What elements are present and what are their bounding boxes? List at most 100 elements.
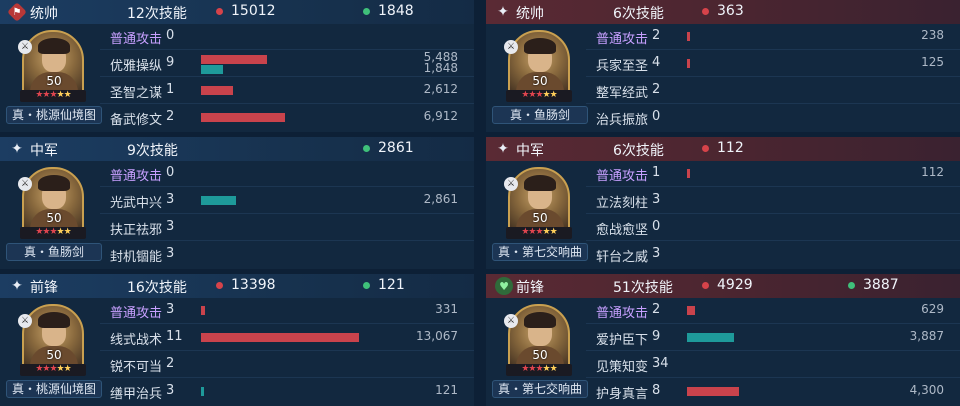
skill-name: 扶正祛邪 [110, 223, 163, 238]
skill-cast-count: 3 [652, 246, 661, 261]
skill-name: 普通攻击 [110, 306, 163, 321]
skill-row: 圣智之谋 1 2,612 [100, 78, 474, 102]
damage-bar [687, 32, 690, 41]
vanguard-body: ⚔ 50 ★★★★★ 真・桃源仙境图 普通攻击 3 331 线式战术 11 13,067 锐不可当 2… [0, 298, 474, 406]
skill-name: 光武中兴 [110, 196, 163, 211]
skill-value: 629 [921, 302, 944, 316]
star-rating-icon: ★★★★★ [20, 227, 86, 239]
star-rating-icon: ★★★★★ [20, 90, 86, 102]
skill-cast-count: 11 [166, 329, 183, 344]
equipment-label: 真・桃源仙境图 [6, 380, 102, 398]
heal-value: 121 [378, 277, 405, 293]
skill-cast-count: 2 [652, 302, 661, 317]
skill-count-label: 6次技能 [613, 143, 664, 159]
damage-value: 13398 [231, 277, 276, 293]
damage-value: 363 [717, 3, 744, 19]
skill-cast-count: 0 [166, 165, 175, 180]
skill-value: 2,612 [423, 82, 458, 96]
row-divider [100, 49, 474, 50]
damage-dot-icon [216, 281, 223, 289]
sparkle-icon: ✦ [11, 141, 23, 157]
skill-name: 普通攻击 [596, 32, 649, 47]
damage-value: 112 [717, 140, 744, 156]
skill-value: 238 [921, 28, 944, 42]
skill-name: 缮甲治兵 [110, 387, 163, 402]
skill-row: 愈战愈坚 0 [586, 215, 960, 239]
heal-bar [201, 196, 236, 205]
equipment-label: 真・桃源仙境图 [6, 106, 102, 124]
damage-bar [201, 86, 233, 95]
damage-dot-icon [702, 144, 709, 152]
troop-type-icon: ⚔ [18, 40, 32, 54]
damage-bar [687, 387, 739, 396]
left-team-panel: ⚑ 统帅 12次技能 15012 1848 ⚔ 50 ★★★★★ 真・桃源仙境图 普通攻击 0 优雅操… [0, 0, 474, 406]
skill-cast-count: 9 [166, 55, 175, 70]
damage-total: 15012 [216, 3, 276, 19]
skill-name: 愈战愈坚 [596, 223, 649, 238]
middle-general-block: ✦ 中军 6次技能 112 ⚔ 50 ★★★★★ 真・第七交响曲 普通攻击 1 112 立法刻柱 3 愈战… [486, 137, 960, 269]
heal-total: 1848 [363, 3, 414, 19]
skill-cast-count: 1 [652, 165, 661, 180]
sparkle-icon: ✦ [11, 278, 23, 294]
skill-cast-count: 3 [166, 302, 175, 317]
troop-type-icon: ⚔ [504, 40, 518, 54]
skill-row: 轩台之威 3 [586, 242, 960, 266]
damage-total: 363 [702, 3, 744, 19]
commander-body: ⚔ 50 ★★★★★ 真・桃源仙境图 普通攻击 0 优雅操纵 9 5,488 1,848 圣智之谋 1… [0, 24, 474, 132]
general-portrait[interactable]: ⚔ 50 ★★★★★ [504, 304, 574, 384]
skill-cast-count: 2 [652, 28, 661, 43]
troop-type-icon: ⚔ [18, 314, 32, 328]
heal-dot-icon [848, 281, 855, 289]
middle-body: ⚔ 50 ★★★★★ 真・鱼肠剑 普通攻击 0 光武中兴 3 2,861 扶正祛邪 3 封机锢能 3 [0, 161, 474, 269]
right-team-panel: ✦ 统帅 6次技能 363 ⚔ 50 ★★★★★ 真・鱼肠剑 普通攻击 2 238 兵家至圣 4 125 整… [486, 0, 960, 406]
skill-value: 6,912 [423, 109, 458, 123]
sparkle-icon: ✦ [497, 141, 509, 157]
skill-list: 普通攻击 2 629 爱护臣下 9 3,887 见策知变 34 护身真言 8 4,300 [586, 298, 960, 406]
equipment-label: 真・第七交响曲 [492, 380, 588, 398]
skill-row: 普通攻击 1 112 [586, 161, 960, 185]
row-divider [586, 103, 960, 104]
skill-count-label: 12次技能 [127, 6, 187, 22]
skill-name: 立法刻柱 [596, 196, 649, 211]
skill-list: 普通攻击 0 光武中兴 3 2,861 扶正祛邪 3 封机锢能 3 [100, 161, 474, 269]
skill-count-label: 6次技能 [613, 6, 664, 22]
skill-row: 见策知变 34 [586, 352, 960, 376]
commander-header: ✦ 统帅 6次技能 363 [486, 0, 960, 24]
damage-value: 4929 [717, 277, 753, 293]
general-portrait[interactable]: ⚔ 50 ★★★★★ [18, 167, 88, 247]
skill-row: 封机锢能 3 [100, 242, 474, 266]
general-portrait[interactable]: ⚔ 50 ★★★★★ [504, 167, 574, 247]
general-portrait[interactable]: ⚔ 50 ★★★★★ [18, 30, 88, 110]
skill-name: 护身真言 [596, 387, 649, 402]
row-divider [100, 213, 474, 214]
skill-cast-count: 34 [652, 356, 669, 371]
damage-bar [201, 306, 205, 315]
skill-cast-count: 3 [166, 383, 175, 398]
skill-name: 见策知变 [596, 360, 649, 375]
heal-value: 2861 [378, 140, 414, 156]
damage-bar [687, 169, 690, 178]
skill-name: 圣智之谋 [110, 86, 163, 101]
damage-value: 15012 [231, 3, 276, 19]
role-label: 统帅 [30, 6, 58, 22]
skill-value: 331 [435, 302, 458, 316]
equipment-label: 真・第七交响曲 [492, 243, 588, 261]
skill-row: 优雅操纵 9 5,488 1,848 [100, 50, 474, 75]
skill-cast-count: 0 [652, 219, 661, 234]
damage-dot-icon [702, 281, 709, 289]
heal-total: 121 [363, 277, 405, 293]
skill-value: 13,067 [416, 329, 458, 343]
role-label: 前锋 [516, 280, 544, 296]
heal-bar [201, 387, 204, 396]
equipment-label: 真・鱼肠剑 [492, 106, 588, 124]
skill-cast-count: 3 [652, 192, 661, 207]
damage-total: 112 [702, 140, 744, 156]
row-divider [586, 377, 960, 378]
troop-type-icon: ⚔ [504, 314, 518, 328]
heal-bar [201, 65, 223, 74]
general-portrait[interactable]: ⚔ 50 ★★★★★ [504, 30, 574, 110]
general-portrait[interactable]: ⚔ 50 ★★★★★ [18, 304, 88, 384]
skill-value: 1,848 [423, 61, 458, 75]
star-rating-icon: ★★★★★ [506, 90, 572, 102]
skill-row: 备武修文 2 6,912 [100, 105, 474, 129]
